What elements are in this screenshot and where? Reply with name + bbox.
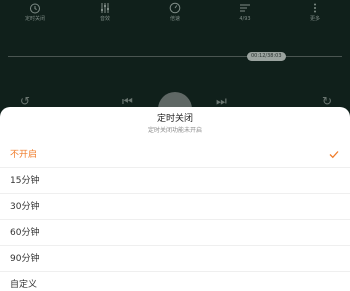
option-90min[interactable]: 90分钟 bbox=[0, 246, 350, 272]
option-label: 15分钟 bbox=[10, 176, 40, 186]
toolbar-label: 定时关闭 bbox=[24, 16, 45, 22]
option-label: 90分钟 bbox=[10, 254, 40, 264]
checkmark-icon bbox=[329, 151, 339, 159]
option-label: 不开启 bbox=[10, 150, 38, 160]
progress-bar[interactable] bbox=[8, 56, 342, 57]
toolbar-item-speed[interactable]: 倍速 bbox=[140, 2, 210, 26]
timer-icon bbox=[30, 3, 40, 14]
option-custom[interactable]: 自定义 bbox=[0, 272, 350, 291]
sheet-title: 定时关闭 bbox=[156, 114, 193, 124]
playlist-icon bbox=[240, 4, 250, 12]
equalizer-icon bbox=[101, 3, 109, 13]
rewind-icon[interactable]: ↺ bbox=[20, 94, 30, 108]
forward-icon[interactable]: ↻ bbox=[322, 94, 332, 108]
option-15min[interactable]: 15分钟 bbox=[0, 168, 350, 194]
toolbar-label: 4/93 bbox=[239, 16, 251, 22]
option-label: 30分钟 bbox=[10, 202, 40, 212]
progress-time[interactable]: 00:12/38:03 bbox=[247, 52, 286, 61]
toolbar-label: 更多 bbox=[309, 16, 320, 22]
option-off[interactable]: 不开启 bbox=[0, 142, 350, 168]
timer-bottom-sheet: 定时关闭 定时关闭功能未开启 不开启 15分钟 30分钟 60分钟 90分钟 自… bbox=[0, 107, 350, 291]
more-icon bbox=[314, 3, 316, 13]
toolbar-item-playlist[interactable]: 4/93 bbox=[210, 2, 280, 26]
option-label: 自定义 bbox=[10, 280, 38, 290]
toolbar-item-more[interactable]: 更多 bbox=[280, 2, 350, 26]
toolbar-label: 倍速 bbox=[169, 16, 180, 22]
sheet-subtitle: 定时关闭功能未开启 bbox=[147, 127, 202, 134]
toolbar-label: 音效 bbox=[99, 16, 110, 22]
speed-icon bbox=[169, 2, 181, 14]
toolbar-item-timer[interactable]: 定时关闭 bbox=[0, 2, 70, 26]
option-30min[interactable]: 30分钟 bbox=[0, 194, 350, 220]
option-60min[interactable]: 60分钟 bbox=[0, 220, 350, 246]
player-toolbar: 定时关闭 音效 倍速 4/93 更多 bbox=[0, 2, 350, 26]
option-label: 60分钟 bbox=[10, 228, 40, 238]
toolbar-item-sound-effect[interactable]: 音效 bbox=[70, 2, 140, 26]
